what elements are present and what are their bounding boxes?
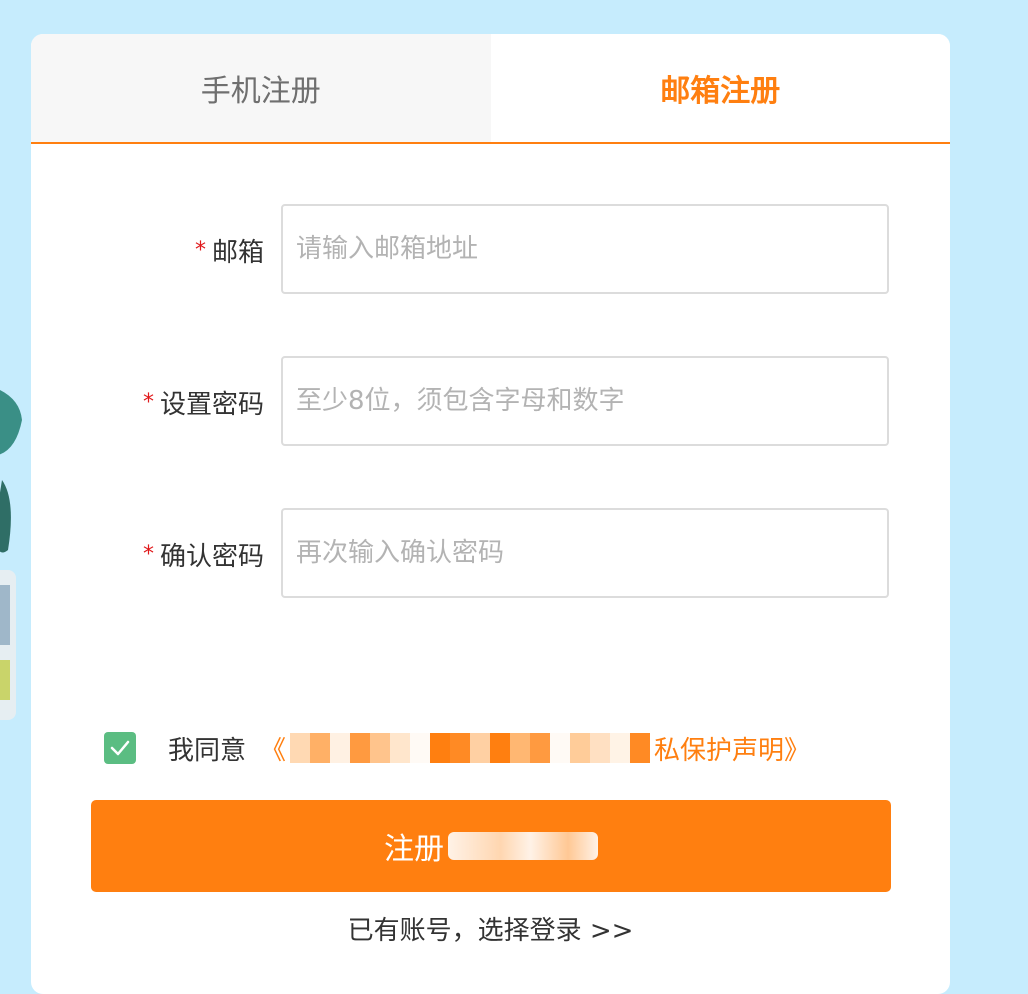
- tab-email-register[interactable]: 邮箱注册: [490, 34, 950, 142]
- password-input[interactable]: [281, 356, 889, 446]
- email-row: * 邮箱: [31, 204, 950, 296]
- password-row: * 设置密码: [31, 356, 950, 448]
- redacted-mosaic: [290, 733, 651, 763]
- password-label-text: 设置密码: [159, 389, 264, 420]
- register-tabs: 手机注册 邮箱注册: [31, 34, 950, 144]
- required-mark: *: [142, 389, 154, 415]
- agreement-row: 我同意 《 私保护声明》: [104, 730, 904, 766]
- check-icon: [110, 740, 130, 756]
- register-button[interactable]: 注册: [91, 800, 891, 892]
- email-label-text: 邮箱: [211, 237, 264, 268]
- redacted-blur: [448, 832, 598, 860]
- required-mark: *: [142, 541, 154, 567]
- agree-prefix-text: 我同意: [168, 735, 247, 766]
- side-decoration-image: [0, 390, 22, 720]
- confirm-password-label: * 确认密码: [143, 508, 264, 600]
- confirm-password-label-text: 确认密码: [159, 541, 264, 572]
- confirm-password-row: * 确认密码: [31, 508, 950, 600]
- password-label: * 设置密码: [143, 356, 264, 448]
- policy-link-start: 《: [260, 735, 287, 766]
- register-button-label: 注册: [384, 832, 444, 867]
- register-card: 手机注册 邮箱注册 * 邮箱 * 设置密码 * 确认密码 我同意 《: [31, 34, 950, 994]
- email-input[interactable]: [281, 204, 889, 294]
- agree-checkbox[interactable]: [104, 732, 136, 764]
- login-link[interactable]: 已有账号，选择登录 >>: [31, 910, 950, 947]
- tab-phone-register[interactable]: 手机注册: [31, 34, 491, 142]
- email-label: * 邮箱: [195, 204, 264, 296]
- policy-link-end: 私保护声明》: [654, 735, 811, 766]
- required-mark: *: [194, 237, 206, 263]
- confirm-password-input[interactable]: [281, 508, 889, 598]
- privacy-policy-link[interactable]: 《 私保护声明》: [260, 730, 810, 767]
